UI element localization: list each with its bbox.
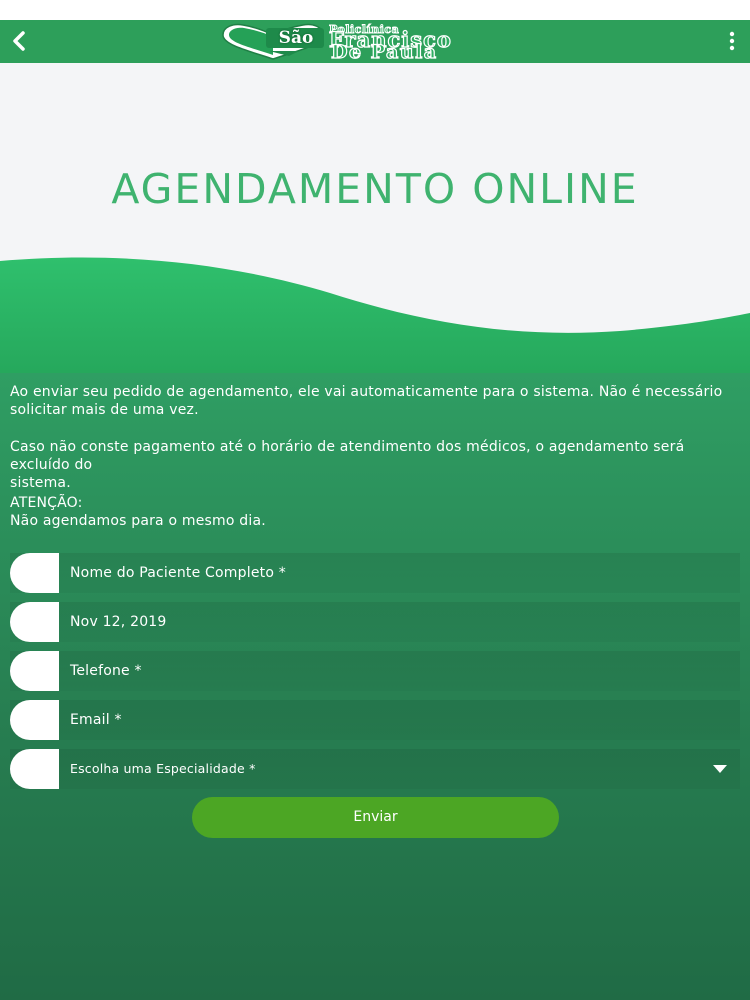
email-field[interactable]: Email * <box>10 700 740 740</box>
phone-placeholder: Telefone * <box>70 663 142 679</box>
logo-sao-text: São <box>278 28 314 48</box>
attention-heading: ATENÇÃO: <box>10 495 83 511</box>
info-text-line: sistema. <box>10 475 71 491</box>
vertical-dots-icon <box>729 31 735 51</box>
submit-button[interactable]: Enviar <box>192 797 559 838</box>
field-knob <box>10 602 59 642</box>
info-text-line: solicitar mais de uma vez. <box>10 402 199 418</box>
chevron-left-icon <box>13 31 25 51</box>
info-paragraph-2: Caso não conste pagamento até o horário … <box>10 438 740 492</box>
attention-text: Não agendamos para o mesmo dia. <box>10 513 266 529</box>
hero-banner: AGENDAMENTO ONLINE <box>0 63 750 373</box>
logo-name-line2: De Paula <box>330 41 438 63</box>
field-knob <box>10 553 59 593</box>
info-paragraph-1: Ao enviar seu pedido de agendamento, ele… <box>10 383 740 419</box>
banner-title: AGENDAMENTO ONLINE <box>111 165 639 213</box>
back-button[interactable] <box>8 28 32 54</box>
top-navigation-bar: São Policlínica Francisco De Paula <box>0 20 750 63</box>
chevron-down-icon <box>713 765 727 773</box>
field-knob <box>10 700 59 740</box>
email-placeholder: Email * <box>70 712 122 728</box>
more-options-button[interactable] <box>726 29 738 53</box>
patient-name-field[interactable]: Nome do Paciente Completo * <box>10 553 740 593</box>
phone-field[interactable]: Telefone * <box>10 651 740 691</box>
clinic-logo: São Policlínica Francisco De Paula <box>219 23 537 63</box>
field-knob <box>10 749 59 789</box>
info-text-line: Caso não conste pagamento até o horário … <box>10 439 685 473</box>
specialty-selected-value: Escolha uma Especialidade * <box>70 761 256 776</box>
wave-decoration <box>0 257 750 373</box>
booking-form-section: Ao enviar seu pedido de agendamento, ele… <box>0 373 750 1000</box>
info-text-line: Ao enviar seu pedido de agendamento, ele… <box>10 384 723 400</box>
date-field[interactable]: Nov 12, 2019 <box>10 602 740 642</box>
date-value: Nov 12, 2019 <box>70 614 167 630</box>
status-bar <box>0 0 750 20</box>
attention-notice: ATENÇÃO: Não agendamos para o mesmo dia. <box>10 494 740 530</box>
specialty-select[interactable]: Escolha uma Especialidade * <box>10 749 740 789</box>
patient-name-placeholder: Nome do Paciente Completo * <box>70 565 286 581</box>
field-knob <box>10 651 59 691</box>
